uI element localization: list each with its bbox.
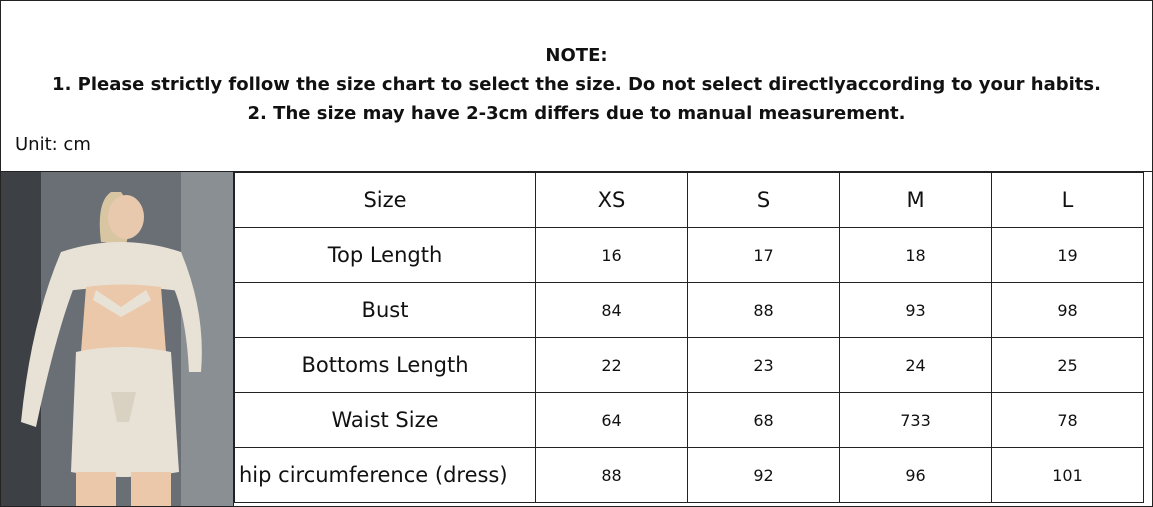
table-cell: 96 <box>839 447 992 503</box>
note-line-2: 2. The size may have 2-3cm differs due t… <box>247 103 906 124</box>
table-cell: 101 <box>991 447 1144 503</box>
table-row: Bust 84 88 93 98 <box>234 282 1144 338</box>
table-row: Bottoms Length 22 23 24 25 <box>234 337 1144 393</box>
table-cell: 98 <box>991 282 1144 338</box>
table-cell: 64 <box>535 392 688 448</box>
table-row: Waist Size 64 68 733 78 <box>234 392 1144 448</box>
row-label: hip circumference (dress) <box>234 447 536 503</box>
table-row: hip circumference (dress) 88 92 96 101 <box>234 447 1144 503</box>
size-chart-frame: NOTE: 1. Please strictly follow the size… <box>0 0 1153 507</box>
column-header: Size <box>234 172 536 228</box>
table-cell: 24 <box>839 337 992 393</box>
row-label: Top Length <box>234 227 536 283</box>
column-header: XS <box>535 172 688 228</box>
note-line-1: 1. Please strictly follow the size chart… <box>52 74 1101 95</box>
size-table: Size XS S M L Top Length 16 17 18 19 Bus… <box>234 172 1144 503</box>
table-cell: 22 <box>535 337 688 393</box>
table-cell: 25 <box>991 337 1144 393</box>
table-cell: 18 <box>839 227 992 283</box>
row-label: Bottoms Length <box>234 337 536 393</box>
column-header: L <box>991 172 1144 228</box>
table-cell: 78 <box>991 392 1144 448</box>
product-photo <box>1 172 234 506</box>
note-title: NOTE: <box>545 45 608 66</box>
column-header: S <box>687 172 840 228</box>
table-cell: 84 <box>535 282 688 338</box>
table-cell: 23 <box>687 337 840 393</box>
table-cell: 88 <box>535 447 688 503</box>
table-cell: 88 <box>687 282 840 338</box>
table-cell: 93 <box>839 282 992 338</box>
model-illustration <box>1 172 233 506</box>
table-cell: 16 <box>535 227 688 283</box>
note-header: NOTE: 1. Please strictly follow the size… <box>1 1 1152 172</box>
table-cell: 92 <box>687 447 840 503</box>
table-cell: 733 <box>839 392 992 448</box>
table-header-row: Size XS S M L <box>234 172 1144 228</box>
unit-label: Unit: cm <box>15 134 91 155</box>
table-cell: 17 <box>687 227 840 283</box>
table-cell: 68 <box>687 392 840 448</box>
row-label: Bust <box>234 282 536 338</box>
row-label: Waist Size <box>234 392 536 448</box>
column-header: M <box>839 172 992 228</box>
table-cell: 19 <box>991 227 1144 283</box>
table-row: Top Length 16 17 18 19 <box>234 227 1144 283</box>
